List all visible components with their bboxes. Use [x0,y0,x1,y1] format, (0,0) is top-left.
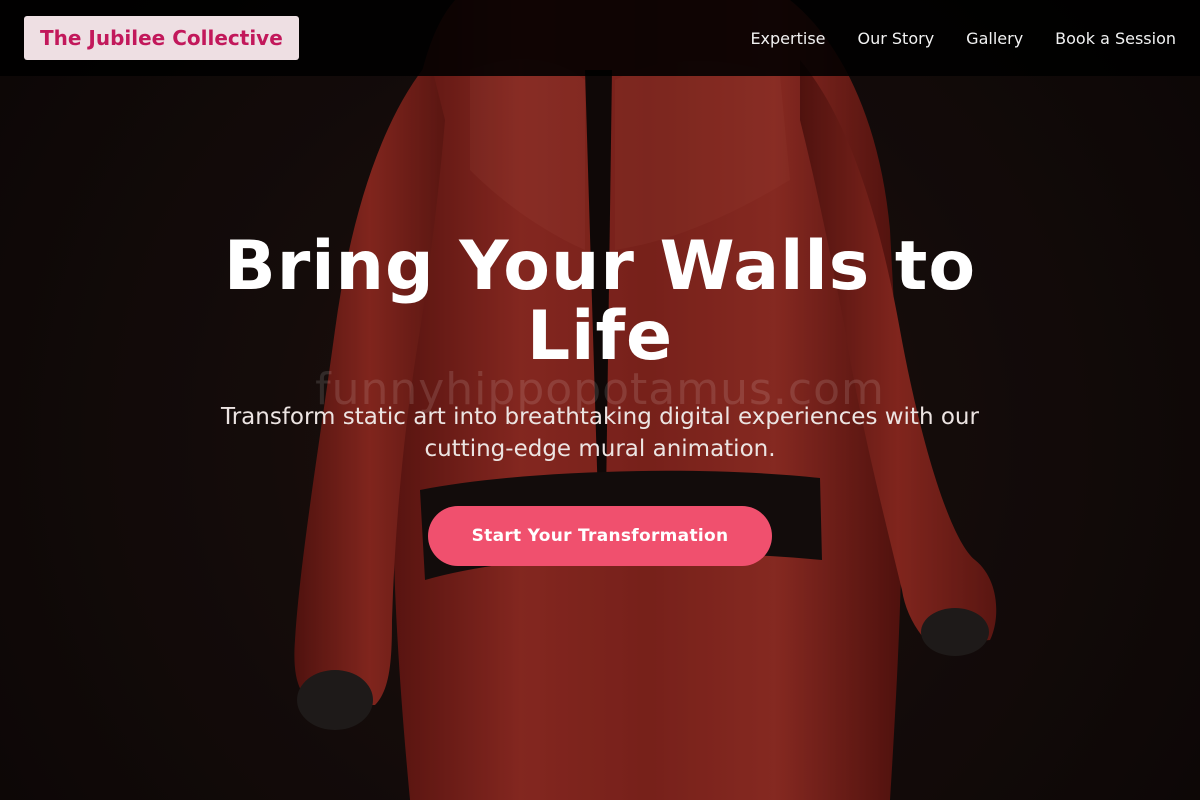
nav-link-our-story[interactable]: Our Story [858,29,935,48]
nav-link-book-a-session[interactable]: Book a Session [1055,29,1176,48]
hero-section: Bring Your Walls to Life Transform stati… [0,76,1200,800]
top-navigation-bar: The Jubilee Collective Expertise Our Sto… [0,0,1200,76]
nav-link-expertise[interactable]: Expertise [750,29,825,48]
nav-links: Expertise Our Story Gallery Book a Sessi… [750,29,1176,48]
nav-link-gallery[interactable]: Gallery [966,29,1023,48]
landing-page: funnyhippopotamus.com The Jubilee Collec… [0,0,1200,800]
brand-logo[interactable]: The Jubilee Collective [24,16,299,60]
hero-title: Bring Your Walls to Life [223,227,977,376]
hero-subtitle: Transform static art into breathtaking d… [221,404,979,462]
start-transformation-button[interactable]: Start Your Transformation [428,506,772,566]
